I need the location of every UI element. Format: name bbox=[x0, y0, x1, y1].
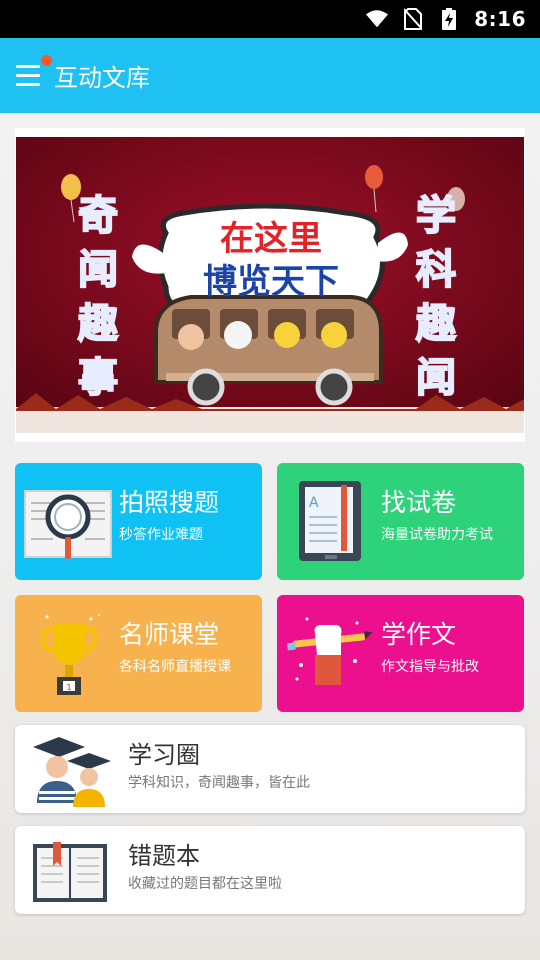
learn-essay-title: 学作文 bbox=[381, 620, 457, 649]
study-circle-title: 学习圈 bbox=[128, 741, 200, 769]
hand-pencil-icon bbox=[287, 617, 373, 685]
left_text-char: 奇 bbox=[78, 193, 118, 239]
status-time: 8:16 bbox=[474, 7, 526, 31]
promo-banner[interactable]: 奇闻趣事 学科趣闻 在这里 博览天下 bbox=[15, 128, 525, 442]
study-circle-card[interactable]: 学习圈 学科知识，奇闻趣事，皆在此 bbox=[15, 725, 525, 813]
open-book-icon bbox=[33, 842, 107, 902]
mistake-book-card[interactable]: 错题本 收藏过的题目都在这里啦 bbox=[15, 826, 525, 914]
famous-teacher-tile[interactable]: 1 名师课堂 各科名师直播授课 bbox=[15, 595, 262, 712]
mistake-book-subtitle: 收藏过的题目都在这里啦 bbox=[128, 876, 282, 892]
right_text-char: 科 bbox=[416, 247, 456, 293]
mistake-book-title: 错题本 bbox=[128, 842, 200, 870]
battery-charging-icon bbox=[438, 8, 460, 30]
find-papers-subtitle: 海量试卷助力考试 bbox=[381, 527, 493, 543]
status-bar: 8:16 bbox=[0, 0, 540, 38]
wifi-icon bbox=[366, 8, 389, 30]
find-papers-tile[interactable]: A 找试卷 海量试卷助力考试 bbox=[277, 463, 524, 580]
graduates-icon bbox=[33, 737, 111, 807]
banner-illustration: 奇闻趣事 学科趣闻 在这里 博览天下 bbox=[16, 137, 524, 433]
famous-teacher-subtitle: 各科名师直播授课 bbox=[119, 659, 231, 675]
exam-paper-icon: A bbox=[299, 481, 361, 561]
study-circle-subtitle: 学科知识，奇闻趣事，皆在此 bbox=[128, 775, 310, 791]
famous-teacher-title: 名师课堂 bbox=[119, 620, 220, 649]
find-papers-title: 找试卷 bbox=[381, 488, 457, 517]
left_text-char: 趣 bbox=[78, 301, 118, 347]
photo-search-title: 拍照搜题 bbox=[119, 488, 220, 517]
notification-dot bbox=[41, 55, 52, 66]
right_text-char: 学 bbox=[416, 193, 456, 239]
svg-text:A: A bbox=[309, 495, 319, 511]
learn-essay-subtitle: 作文指导与批改 bbox=[381, 659, 479, 675]
trophy-icon: 1 bbox=[40, 614, 100, 695]
right_text-char: 闻 bbox=[416, 355, 456, 401]
photo-search-subtitle: 秒答作业难题 bbox=[119, 527, 203, 543]
app-title: 互动文库 bbox=[54, 64, 150, 92]
left_text-char: 事 bbox=[78, 355, 118, 401]
banner-sign-line1: 在这里 bbox=[220, 219, 322, 259]
magnifier-book-icon bbox=[24, 490, 112, 559]
app-bar: 互动文库 bbox=[0, 38, 540, 113]
banner-sign-line2: 博览天下 bbox=[203, 262, 339, 302]
svg-text:1: 1 bbox=[66, 683, 71, 692]
photo-search-tile[interactable]: 拍照搜题 秒答作业难题 bbox=[15, 463, 262, 580]
right_text-char: 趣 bbox=[416, 301, 456, 347]
menu-button[interactable] bbox=[12, 38, 66, 113]
learn-essay-tile[interactable]: 学作文 作文指导与批改 bbox=[277, 595, 524, 712]
left_text-char: 闻 bbox=[78, 247, 118, 293]
no-sim-icon bbox=[402, 8, 424, 30]
